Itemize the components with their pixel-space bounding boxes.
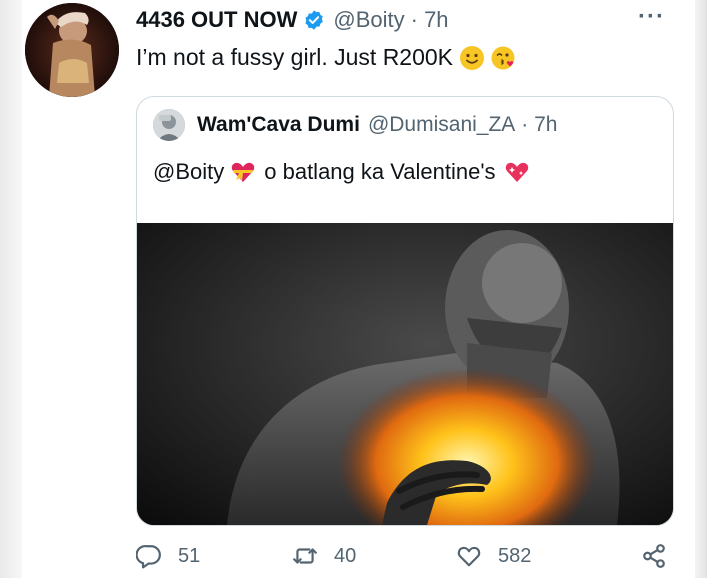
smile-emoji-icon (460, 45, 485, 70)
tweet-time[interactable]: · 7h (411, 7, 449, 33)
author-handle[interactable]: @Boity (333, 7, 404, 33)
quoted-author-avatar[interactable] (153, 109, 185, 141)
more-icon[interactable]: ··· (638, 3, 665, 31)
retweet-action[interactable]: 40 (292, 543, 356, 569)
share-icon (643, 544, 665, 568)
reply-action[interactable]: 51 (136, 543, 200, 569)
frame-edge-right (695, 0, 707, 578)
sparkling-heart-emoji-icon (505, 162, 528, 182)
frame-edge-left (0, 0, 22, 578)
quoted-mention[interactable]: @Boity (153, 159, 224, 185)
share-action[interactable] (641, 543, 683, 569)
quoted-media-image[interactable] (137, 223, 673, 525)
verified-badge-icon (305, 10, 324, 30)
quoted-text: @Boity o batlang ka Valentine's (153, 159, 530, 185)
quoted-body: o batlang ka Valentine's (264, 159, 496, 184)
like-count: 582 (498, 544, 532, 567)
author-avatar[interactable] (25, 3, 119, 97)
retweet-icon (293, 548, 317, 564)
like-action[interactable]: 582 (456, 543, 531, 569)
tweet-body: I’m not a fussy girl. Just R200K (136, 44, 454, 70)
quoted-tweet-card[interactable]: Wam'Cava Dumi @Dumisani_ZA · 7h @Boity o… (136, 96, 674, 526)
quoted-header: Wam'Cava Dumi @Dumisani_ZA · 7h (153, 109, 557, 141)
quoted-avatar-image (153, 109, 185, 141)
reply-count: 51 (178, 544, 201, 567)
heart-ribbon-emoji-icon (232, 162, 255, 182)
tweet-text: I’m not a fussy girl. Just R200K (136, 44, 517, 71)
kissing-face-emoji-icon (491, 46, 515, 69)
quoted-author-name[interactable]: Wam'Cava Dumi (197, 113, 360, 137)
avatar-image (25, 3, 119, 97)
reply-icon (136, 545, 161, 569)
like-icon (457, 546, 481, 567)
heartburn-illustration (137, 223, 673, 525)
tweet-action-bar: 51 40 582 (136, 543, 676, 573)
tweet-header: 4436 OUT NOW @Boity · 7h (136, 5, 449, 35)
quoted-author-handle[interactable]: @Dumisani_ZA (368, 113, 515, 137)
quoted-tweet-time: · 7h (521, 113, 558, 136)
author-name[interactable]: 4436 OUT NOW (136, 7, 297, 33)
retweet-count: 40 (334, 544, 357, 567)
